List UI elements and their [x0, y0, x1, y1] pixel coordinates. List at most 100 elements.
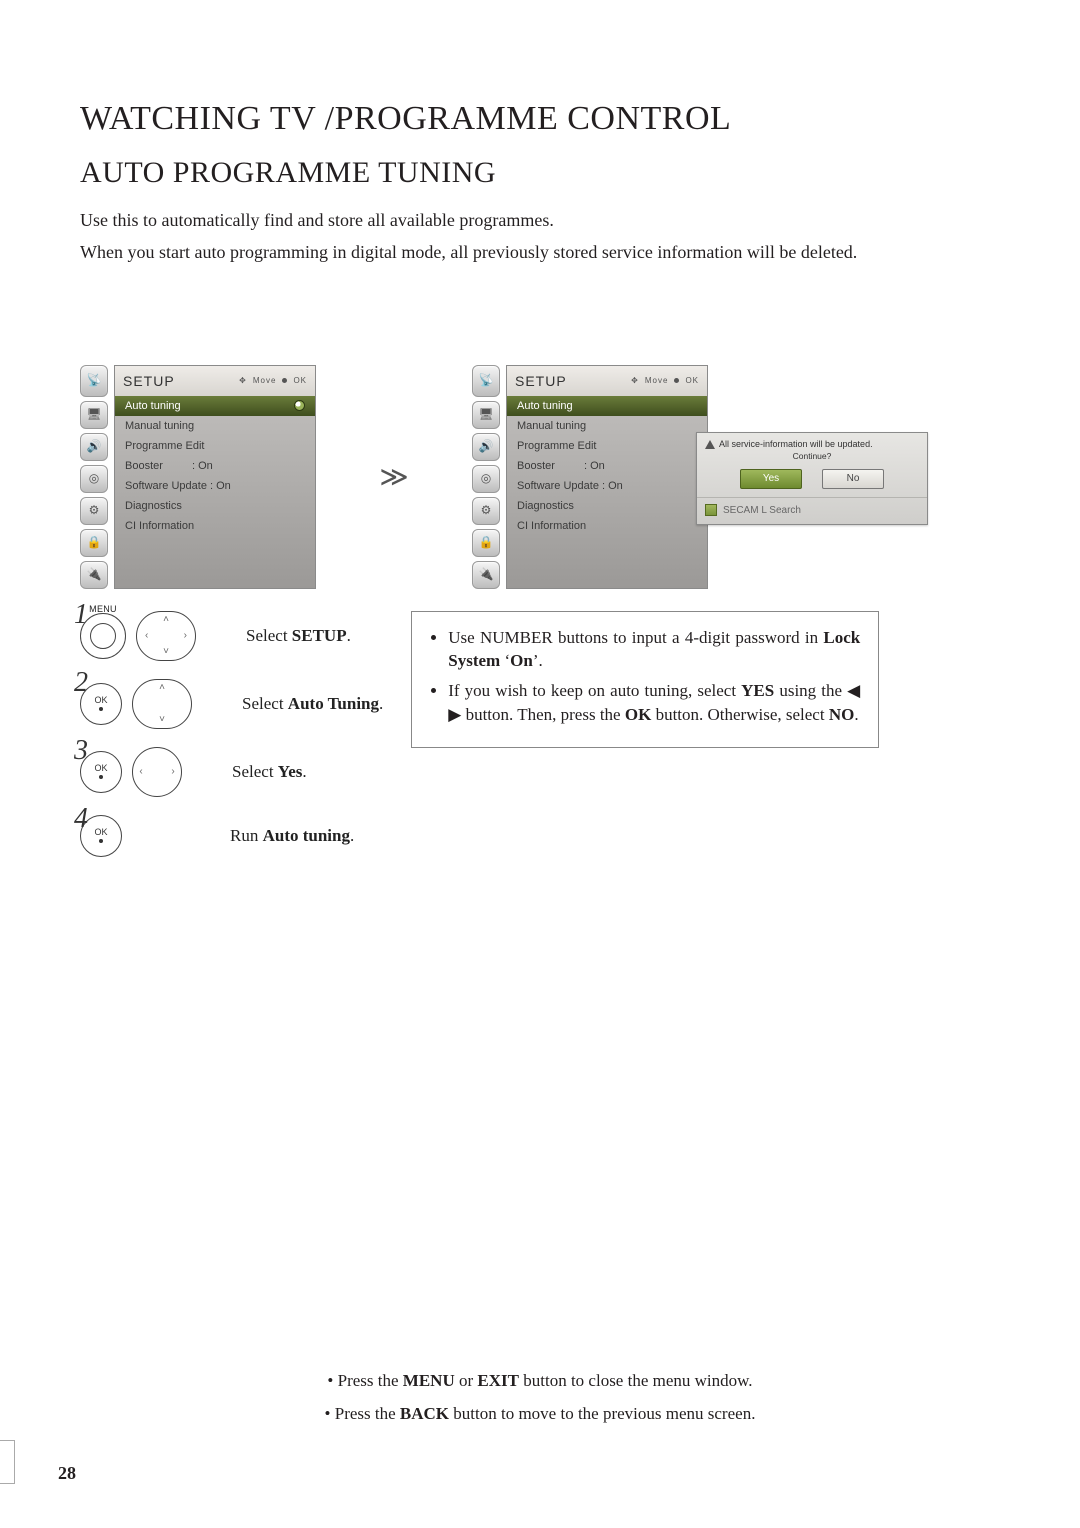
setup-item-programme-edit[interactable]: Programme Edit: [115, 436, 315, 456]
option-icon: ⚙: [472, 497, 500, 525]
setup-panel-header: SETUP ✥ Move OK: [507, 365, 707, 396]
intro-paragraph-1: Use this to automatically find and store…: [80, 208, 1000, 232]
setup-item-diagnostics[interactable]: Diagnostics: [507, 496, 707, 516]
setup-panel-header: SETUP ✥ Move OK: [115, 365, 315, 396]
setup-item-manual-tuning[interactable]: Manual tuning: [507, 416, 707, 436]
setup-item-diagnostics[interactable]: Diagnostics: [115, 496, 315, 516]
left-arrow-icon: ‹: [137, 630, 156, 641]
dpad-icon: ‹›: [132, 747, 182, 797]
tip-2: If you wish to keep on auto tuning, sele…: [448, 679, 860, 727]
setup-item-label: Booster: [517, 460, 555, 472]
intro-paragraph-2: When you start auto programming in digit…: [80, 240, 1000, 264]
step-4: 4 OK Run Auto tuning.: [80, 815, 383, 857]
section-heading: WATCHING TV /PROGRAMME CONTROL: [80, 100, 1000, 138]
usb-icon: 🔌: [472, 561, 500, 589]
setup-item-auto-tuning[interactable]: Auto tuning: [507, 396, 707, 416]
ok-button-label: OK: [94, 696, 107, 705]
option-icon: ⚙: [80, 497, 108, 525]
move-hint-label: Move: [253, 376, 277, 385]
picture-icon: 🖥: [472, 401, 500, 429]
ok-hint-icon: [674, 378, 679, 383]
checkbox-icon: [705, 504, 717, 516]
setup-item-label: Booster: [125, 460, 163, 472]
step-4-caption: Run Auto tuning.: [230, 826, 354, 846]
tips-box: Use NUMBER buttons to input a 4-digit pa…: [411, 611, 879, 748]
step-1-caption: Select SETUP.: [246, 626, 351, 646]
page-number: 28: [58, 1463, 76, 1484]
antenna-icon: 📡: [472, 365, 500, 397]
setup-item-booster[interactable]: Booster : On: [115, 456, 315, 476]
ok-hint-label: OK: [293, 376, 307, 385]
dialog-continue-label: Continue?: [697, 451, 927, 465]
secam-label: SECAM L Search: [723, 505, 801, 516]
footer-notes: • Press the MENU or EXIT button to close…: [0, 1365, 1080, 1430]
setup-screenshot-right: 📡 🖥 🔊 ◎ ⚙ 🔒 🔌 SETUP ✥ Move: [472, 365, 708, 589]
secam-search-option[interactable]: SECAM L Search: [697, 497, 927, 524]
setup-item-ci-information[interactable]: CI Information: [115, 516, 315, 542]
setup-title: SETUP: [515, 373, 567, 389]
usb-icon: 🔌: [80, 561, 108, 589]
dpad-icon: ˄ ‹ › ˅: [136, 611, 196, 661]
setup-item-programme-edit[interactable]: Programme Edit: [507, 436, 707, 456]
page-title: AUTO PROGRAMME TUNING: [80, 156, 1000, 190]
step-3-caption: Select Yes.: [232, 762, 307, 782]
menu-icon-column: 📡 🖥 🔊 ◎ ⚙ 🔒 🔌: [472, 365, 500, 589]
time-icon: ◎: [80, 465, 108, 493]
antenna-icon: 📡: [80, 365, 108, 397]
yes-button[interactable]: Yes: [740, 469, 802, 489]
step-3: 3 OK ‹› Select Yes.: [80, 747, 383, 797]
setup-item-auto-tuning[interactable]: Auto tuning: [115, 396, 315, 416]
ok-button-label: OK: [94, 764, 107, 773]
sequence-arrow-icon: ≫: [334, 460, 454, 494]
radio-selected-icon: [294, 400, 305, 411]
step-number-2: 2: [74, 667, 88, 699]
step-1: 1 MENU ˄ ‹› ˅ Select SETUP.: [80, 611, 383, 661]
audio-icon: 🔊: [80, 433, 108, 461]
dpad-icon: ˄ ˅: [132, 679, 192, 729]
down-arrow-icon: ˅: [152, 714, 171, 725]
lock-icon: 🔒: [472, 529, 500, 557]
down-arrow-icon: ˅: [156, 646, 175, 657]
setup-item-ci-information[interactable]: CI Information: [507, 516, 707, 542]
setup-item-label: Auto tuning: [125, 400, 181, 412]
lock-icon: 🔒: [80, 529, 108, 557]
no-button[interactable]: No: [822, 469, 884, 489]
setup-screenshot-left: 📡 🖥 🔊 ◎ ⚙ 🔒 🔌 SETUP ✥ Move OK: [80, 365, 316, 589]
dialog-message: All service-information will be updated.: [719, 439, 873, 450]
step-number-3: 3: [74, 735, 88, 767]
setup-item-booster[interactable]: Booster : On: [507, 456, 707, 476]
setup-item-value: : On: [192, 460, 213, 472]
setup-item-software-update[interactable]: Software Update : On: [115, 476, 315, 496]
time-icon: ◎: [472, 465, 500, 493]
warning-icon: [705, 440, 715, 449]
step-2-caption: Select Auto Tuning.: [242, 694, 383, 714]
step-number-4: 4: [74, 803, 88, 835]
step-2: 2 OK ˄ ˅ Select Auto Tuning.: [80, 679, 383, 729]
menu-icon-column: 📡 🖥 🔊 ◎ ⚙ 🔒 🔌: [80, 365, 108, 589]
setup-title: SETUP: [123, 373, 175, 389]
footer-note-2: • Press the BACK button to move to the p…: [0, 1398, 1080, 1430]
setup-hints: ✥ Move OK: [239, 376, 307, 385]
move-hint-label: Move: [645, 376, 669, 385]
right-arrow-icon: ›: [176, 630, 195, 641]
confirm-dialog: All service-information will be updated.…: [696, 432, 928, 526]
picture-icon: 🖥: [80, 401, 108, 429]
right-arrow-icon: ›: [165, 766, 181, 777]
audio-icon: 🔊: [472, 433, 500, 461]
setup-item-manual-tuning[interactable]: Manual tuning: [115, 416, 315, 436]
setup-item-software-update[interactable]: Software Update : On: [507, 476, 707, 496]
left-arrow-icon: ‹: [133, 766, 149, 777]
page-edge-tab: [0, 1440, 15, 1484]
ok-hint-icon: [282, 378, 287, 383]
ok-button-label: OK: [94, 828, 107, 837]
move-hint-icon: ✥: [239, 376, 247, 385]
menu-button-label: MENU: [89, 604, 117, 614]
ok-hint-label: OK: [685, 376, 699, 385]
move-hint-icon: ✥: [631, 376, 639, 385]
setup-hints: ✥ Move OK: [631, 376, 699, 385]
up-arrow-icon: ˄: [156, 614, 175, 625]
tip-1: Use NUMBER buttons to input a 4-digit pa…: [448, 626, 860, 674]
up-arrow-icon: ˄: [152, 682, 171, 693]
menu-remote-button: MENU: [80, 613, 126, 659]
setup-item-label: Auto tuning: [517, 400, 573, 412]
